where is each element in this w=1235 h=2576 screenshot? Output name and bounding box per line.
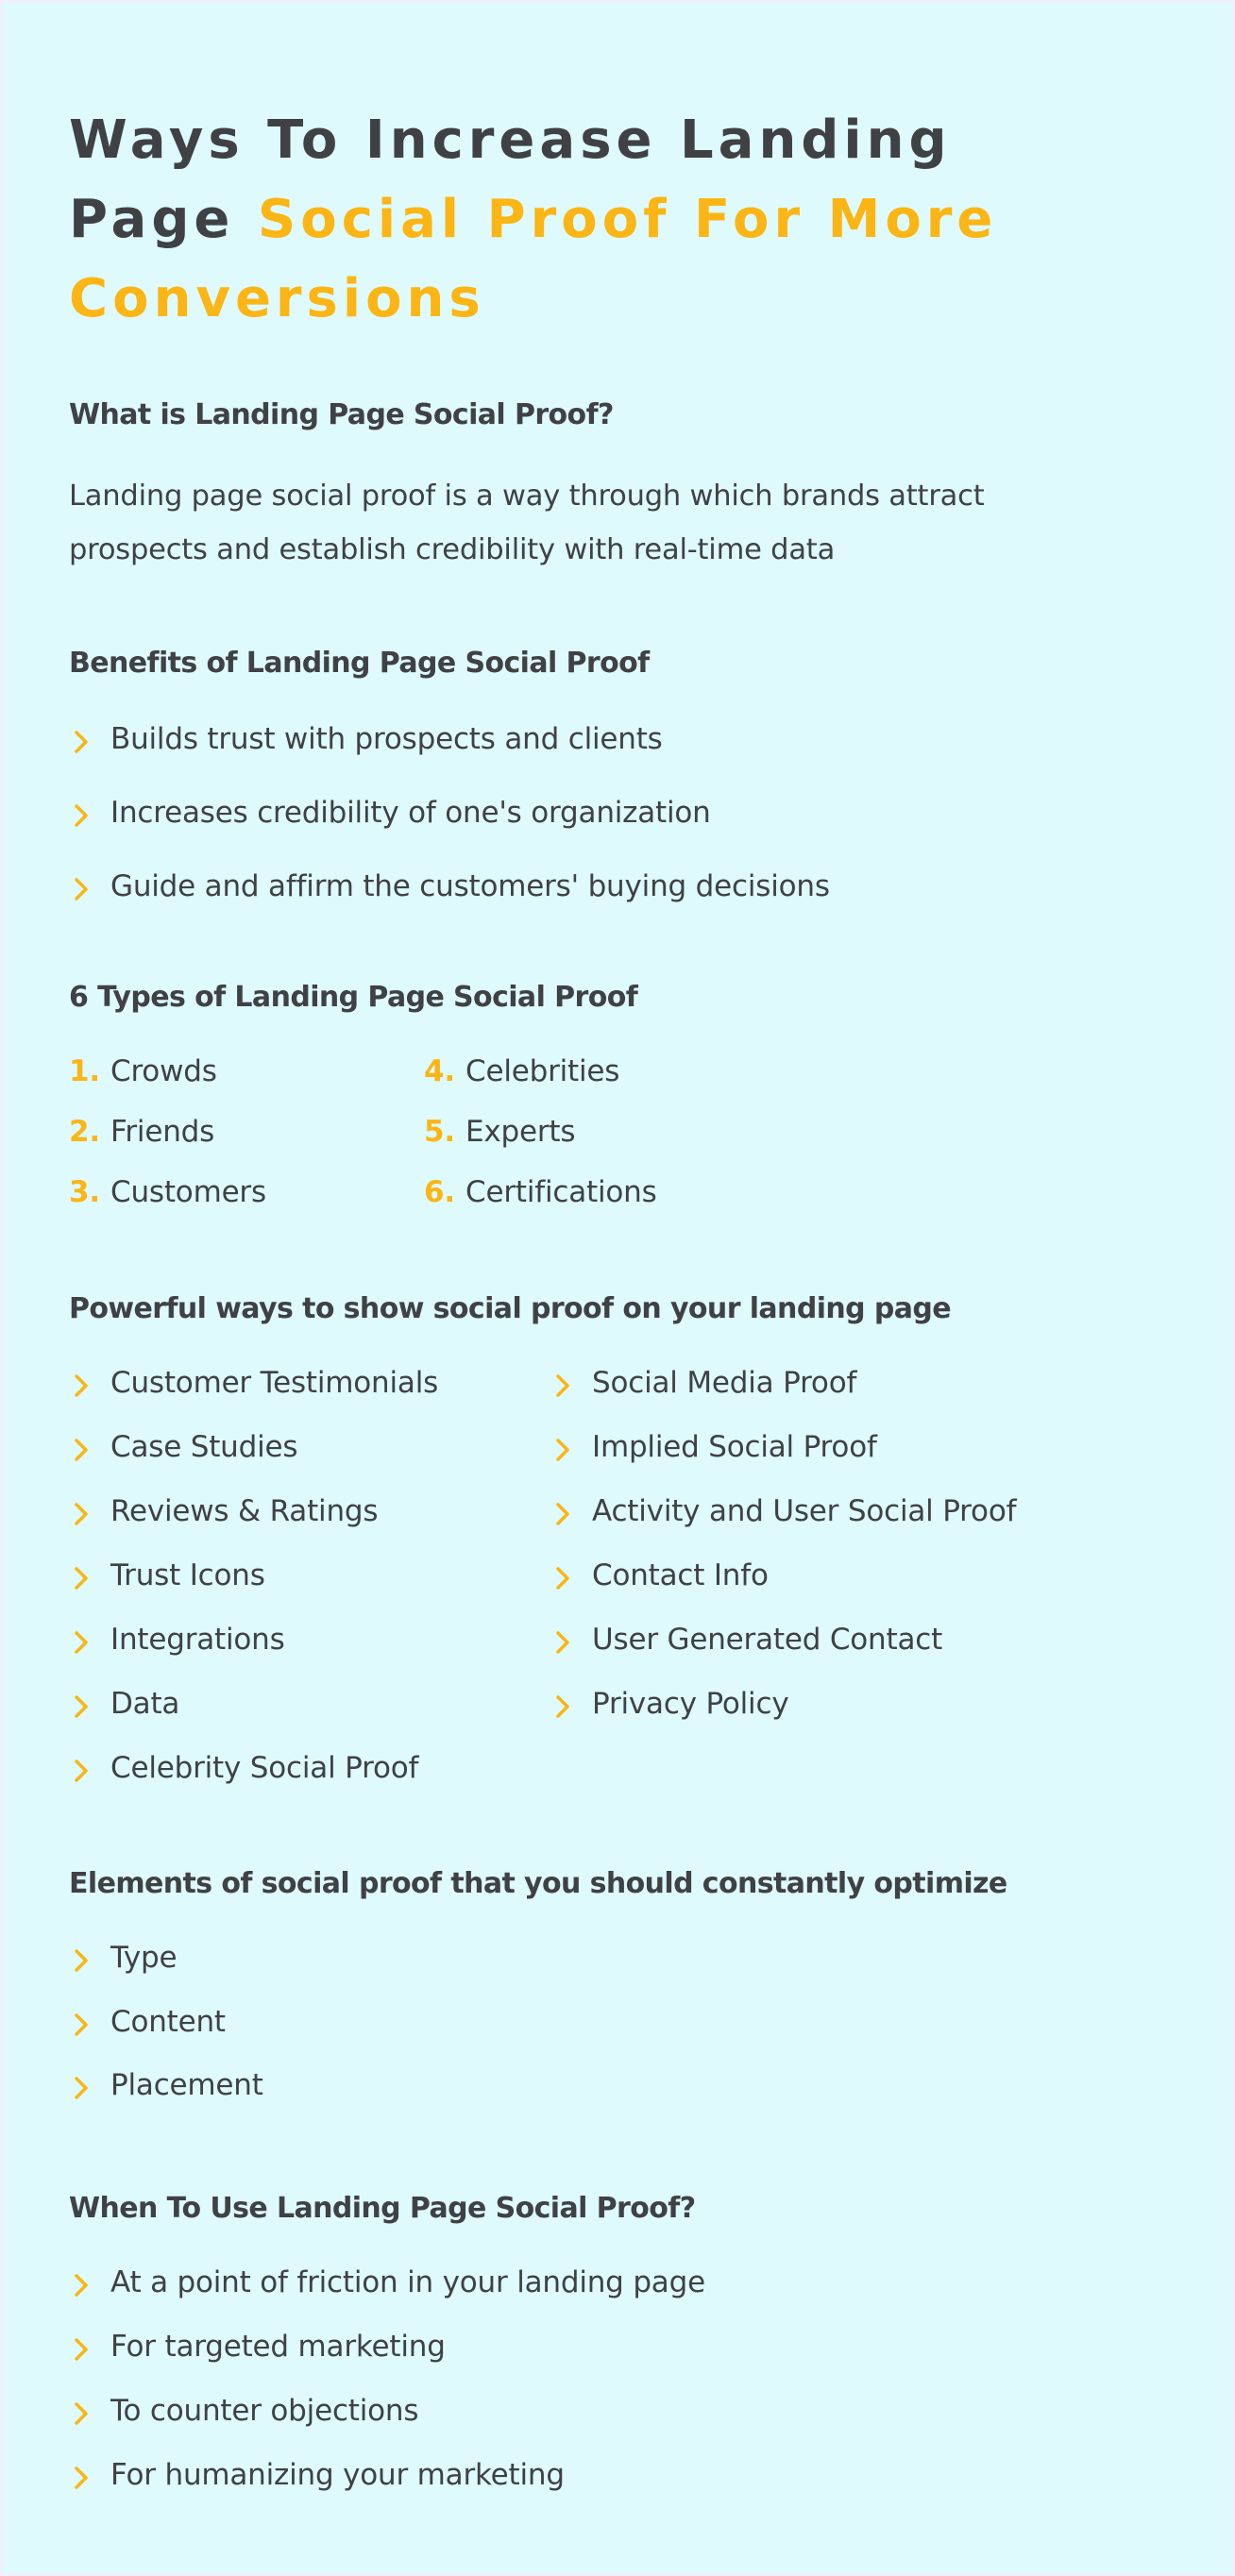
title-dark-line-2: Page: [69, 189, 258, 250]
chevron-right-icon: [73, 1948, 90, 1973]
item-label: Certifications: [465, 1175, 657, 1209]
chevron-right-icon: [554, 1502, 571, 1526]
list-item-label: Type: [110, 1941, 178, 1975]
list-item-label: Content: [110, 2004, 226, 2039]
page-title: Ways To Increase Landing Page Social Pro…: [69, 101, 1108, 339]
list-item-label: Reviews & Ratings: [110, 1494, 379, 1528]
list-item-label: Celebrity Social Proof: [110, 1751, 419, 1785]
list-item-label: Guide and affirm the customers' buying d…: [110, 869, 830, 903]
chevron-right-icon: [73, 2466, 90, 2490]
chevron-right-icon: [554, 1694, 571, 1719]
list-item-label: Privacy Policy: [592, 1687, 789, 1721]
list-item-label: Customer Testimonials: [110, 1366, 439, 1400]
chevron-right-icon: [73, 2337, 90, 2362]
item-label: Friends: [110, 1115, 215, 1149]
chevron-right-icon: [73, 730, 90, 754]
list-item-label: Trust Icons: [110, 1558, 265, 1592]
chevron-right-icon: [73, 1694, 90, 1719]
list-item-label: Activity and User Social Proof: [592, 1494, 1017, 1528]
list-item-label: Case Studies: [110, 1430, 298, 1464]
types-heading: 6 Types of Landing Page Social Proof: [69, 981, 638, 1014]
chevron-right-icon: [73, 1759, 90, 1783]
when-to-use-heading: When To Use Landing Page Social Proof?: [69, 2192, 696, 2225]
list-item-label: Implied Social Proof: [592, 1430, 877, 1464]
chevron-right-icon: [73, 877, 90, 901]
list-item-label: For humanizing your marketing: [110, 2458, 565, 2492]
item-label: Customers: [110, 1175, 266, 1209]
chevron-right-icon: [73, 1438, 90, 1462]
chevron-right-icon: [73, 1502, 90, 1526]
item-label: Celebrities: [465, 1054, 620, 1088]
item-label: Crowds: [110, 1054, 217, 1088]
title-dark-line-1: Ways To Increase Landing: [69, 109, 952, 171]
infographic-page: Ways To Increase Landing Page Social Pro…: [3, 3, 1232, 2573]
list-item-label: Builds trust with prospects and clients: [110, 722, 663, 756]
list-item-label: Social Media Proof: [592, 1366, 857, 1400]
chevron-right-icon: [554, 1373, 571, 1398]
item-number: 5.: [424, 1115, 455, 1149]
item-number: 6.: [424, 1175, 455, 1209]
chevron-right-icon: [554, 1438, 571, 1462]
chevron-right-icon: [73, 2273, 90, 2298]
list-item-label: User Generated Contact: [592, 1623, 943, 1657]
list-item-label: Placement: [110, 2068, 263, 2102]
chevron-right-icon: [73, 1630, 90, 1655]
list-item-label: Integrations: [110, 1623, 285, 1657]
what-is-heading: What is Landing Page Social Proof?: [69, 398, 614, 431]
item-number: 3.: [69, 1175, 100, 1209]
item-number: 1.: [69, 1054, 100, 1088]
list-item-label: To counter objections: [110, 2394, 419, 2428]
chevron-right-icon: [554, 1630, 571, 1655]
list-item-label: For targeted marketing: [110, 2330, 446, 2364]
item-number: 2.: [69, 1115, 100, 1149]
chevron-right-icon: [73, 1566, 90, 1591]
chevron-right-icon: [73, 803, 90, 828]
list-item-label: Contact Info: [592, 1558, 769, 1592]
chevron-right-icon: [554, 1566, 571, 1591]
list-item-label: Increases credibility of one's organizat…: [110, 796, 711, 830]
what-is-body: Landing page social proof is a way throu…: [69, 480, 985, 566]
item-number: 4.: [424, 1054, 455, 1088]
list-item-label: Data: [110, 1687, 180, 1721]
chevron-right-icon: [73, 2401, 90, 2426]
chevron-right-icon: [73, 2012, 90, 2037]
powerful-ways-heading: Powerful ways to show social proof on yo…: [69, 1292, 952, 1325]
list-item-label: At a point of friction in your landing p…: [110, 2265, 705, 2299]
chevron-right-icon: [73, 2076, 90, 2100]
elements-heading: Elements of social proof that you should…: [69, 1867, 1007, 1900]
benefits-heading: Benefits of Landing Page Social Proof: [69, 647, 650, 680]
chevron-right-icon: [73, 1373, 90, 1398]
item-label: Experts: [465, 1115, 576, 1149]
